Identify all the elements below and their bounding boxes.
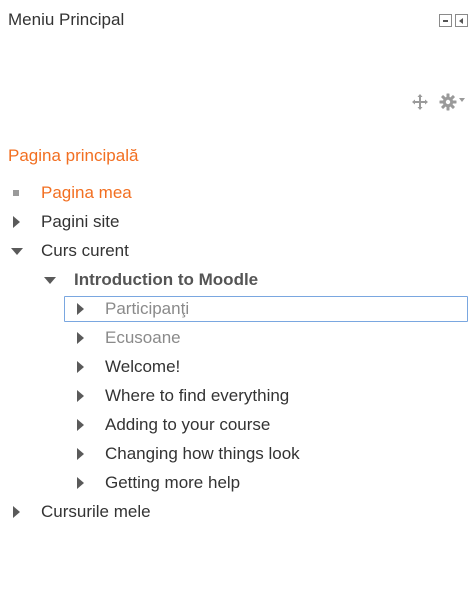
block-action-icons: [411, 92, 465, 112]
nav-item-course[interactable]: Introduction to Moodle: [44, 269, 258, 291]
chevron-down-icon: [459, 98, 465, 102]
caret-right-icon[interactable]: [75, 414, 89, 436]
nav-item-my-courses[interactable]: Cursurile mele: [11, 501, 151, 523]
nav-item-badges[interactable]: Ecusoane: [75, 327, 181, 349]
main-menu-block: Meniu Principal Pagina principală Pagina…: [0, 0, 471, 596]
caret-right-icon[interactable]: [75, 385, 89, 407]
nav-home-link[interactable]: Pagina principală: [8, 145, 138, 167]
nav-item-label: Ecusoane: [105, 328, 181, 347]
caret-right-icon[interactable]: [75, 327, 89, 349]
gear-icon: [439, 93, 457, 111]
bullet-square-icon: [11, 182, 25, 204]
move-cross-icon[interactable]: [411, 93, 429, 111]
nav-item-label: Adding to your course: [105, 415, 271, 434]
nav-item-label: Getting more help: [105, 473, 241, 492]
nav-item-welcome[interactable]: Welcome!: [75, 356, 180, 378]
minus-box-icon[interactable]: [439, 14, 452, 27]
nav-item-label: Changing how things look: [105, 444, 300, 463]
nav-item-where-to-find[interactable]: Where to find everything: [75, 385, 289, 407]
nav-item-current-course[interactable]: Curs curent: [11, 240, 129, 262]
caret-right-icon[interactable]: [75, 356, 89, 378]
settings-menu[interactable]: [439, 93, 465, 111]
block-header-controls: [439, 14, 468, 27]
nav-item-site-pages[interactable]: Pagini site: [11, 211, 119, 233]
caret-right-icon[interactable]: [11, 211, 25, 233]
nav-item-label: Pagini site: [41, 212, 120, 231]
nav-item-more-help[interactable]: Getting more help: [75, 472, 240, 494]
caret-right-icon[interactable]: [75, 472, 89, 494]
caret-right-icon[interactable]: [75, 298, 89, 320]
nav-item-label: Introduction to Moodle: [74, 270, 259, 289]
nav-item-participants[interactable]: Participanţi: [75, 298, 189, 320]
dock-left-box-icon[interactable]: [455, 14, 468, 27]
nav-item-label: Where to find everything: [105, 386, 290, 405]
caret-down-icon[interactable]: [44, 269, 58, 291]
nav-item-label: Participanţi: [105, 299, 190, 318]
caret-right-icon[interactable]: [11, 501, 25, 523]
nav-item-changing-look[interactable]: Changing how things look: [75, 443, 300, 465]
caret-down-icon[interactable]: [11, 240, 25, 262]
block-title: Meniu Principal: [8, 10, 125, 29]
nav-item-label: Pagina mea: [41, 183, 132, 202]
nav-item-label: Curs curent: [41, 241, 129, 260]
block-header: Meniu Principal: [8, 9, 470, 33]
nav-item-label: Welcome!: [105, 357, 181, 376]
nav-item-label: Cursurile mele: [41, 502, 151, 521]
nav-item-my-page[interactable]: Pagina mea: [11, 182, 132, 204]
caret-right-icon[interactable]: [75, 443, 89, 465]
nav-item-adding-to-course[interactable]: Adding to your course: [75, 414, 270, 436]
